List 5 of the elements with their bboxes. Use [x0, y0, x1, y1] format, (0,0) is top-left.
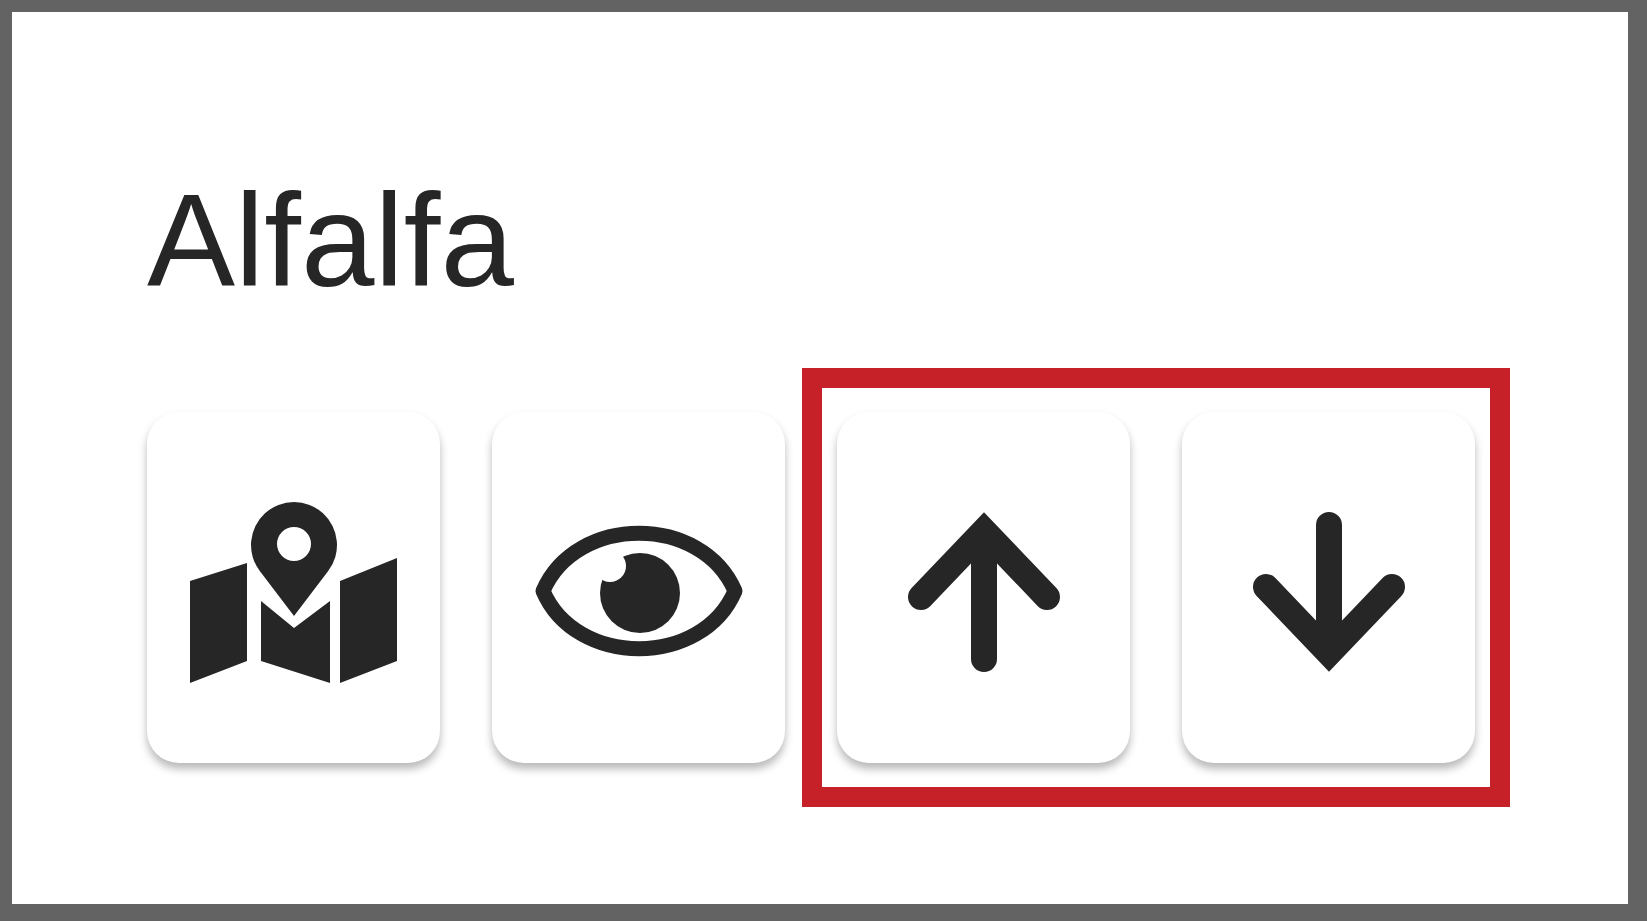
heading: Alfalfa — [147, 175, 514, 307]
map-button[interactable] — [147, 412, 440, 763]
move-down-button[interactable] — [1182, 412, 1475, 763]
move-up-button[interactable] — [837, 412, 1130, 763]
view-button[interactable] — [492, 412, 785, 763]
